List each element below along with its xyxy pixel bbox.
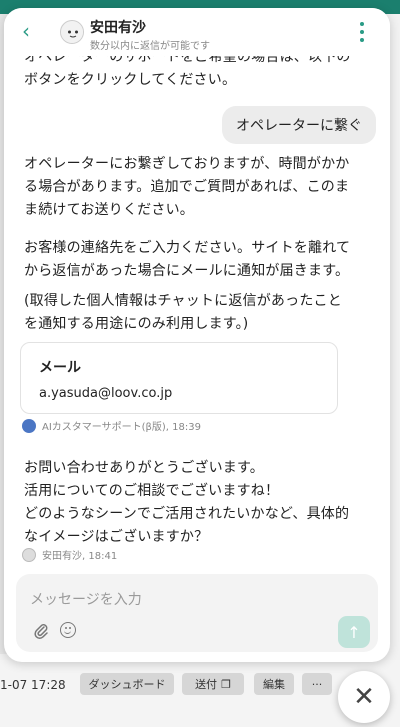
message-line: ボタンをクリックしてください。 (24, 72, 237, 88)
agent-meta-text: 安田有沙, 18:41 (42, 551, 118, 562)
email-card-value: a.yasuda@loov.co.jp (39, 386, 173, 401)
send-chip-button[interactable]: 送付 ❐ (182, 673, 244, 695)
agent-avatar-icon (22, 547, 36, 562)
send-button[interactable]: ↑ (338, 616, 370, 648)
edit-button-label: 編集 (263, 678, 285, 691)
bot-message-privacy: (取得した個人情報はチャットに返信があったこと を通知する用途にのみ利用します。… (24, 290, 342, 336)
bot-message-contact: お客様の連絡先をご入力ください。サイトを離れて から返信があった場合にメールに通… (24, 237, 350, 283)
email-card-title: メール (39, 360, 81, 376)
message-line: ま続けてお送りください。 (24, 202, 194, 218)
chat-header: ‹ 安田有沙 数分以内に返信が可能です (4, 8, 390, 56)
chevron-left-icon[interactable]: ‹ (22, 21, 36, 41)
message-line: る場合があります。追加でご質問があれば、このま (24, 179, 350, 195)
bot-message-wait: オペレーターにお繋ぎしておりますが、時間がかか る場合があります。追加でご質問が… (24, 153, 349, 222)
dashboard-button[interactable]: ダッシュボード (80, 673, 174, 695)
message-line: なイメージはございますか？ (24, 529, 209, 545)
message-line: を通知する用途にのみ利用します。) (24, 316, 249, 332)
message-line: 活用についてのご相談でございますね！ (24, 483, 280, 499)
availability-status: 数分以内に返信が可能です (90, 41, 210, 52)
vertical-dots-icon[interactable] (360, 22, 366, 42)
copy-icon: ❐ (221, 677, 231, 691)
ai-meta-text: AIカスタマーサポート(β版), 18:39 (42, 422, 201, 433)
arrow-up-icon: ↑ (347, 622, 361, 642)
agent-message: お問い合わせありがとうございます。 活用についてのご相談でございますね！ どのよ… (24, 457, 349, 549)
chat-panel: オペレーターのサポートをご希望の場合は、以下の ボタンをクリックしてください。 … (4, 8, 390, 662)
send-chip-label: 送付 (195, 678, 218, 691)
avatar-illustration-icon (61, 21, 83, 43)
user-message-bubble: オペレーターに繋ぐ (222, 106, 376, 144)
paperclip-svg (34, 624, 48, 639)
agent-message-meta: 安田有沙, 18:41 (22, 547, 117, 562)
dashboard-button-label: ダッシュボード (88, 678, 166, 691)
edit-button[interactable]: 編集 (254, 673, 294, 695)
more-button[interactable]: ··· (302, 673, 332, 695)
ai-avatar-icon (22, 418, 36, 433)
background-date: 1-07 17:28 (0, 678, 66, 692)
message-line: どのようなシーンでご活用されたいかなど、具体的 (24, 506, 350, 522)
close-icon: ✕ (353, 682, 375, 712)
ai-message-meta: AIカスタマーサポート(β版), 18:39 (22, 418, 201, 433)
email-card: メール a.yasuda@loov.co.jp (20, 342, 338, 414)
message-list[interactable]: オペレーターのサポートをご希望の場合は、以下の ボタンをクリックしてください。 … (4, 8, 390, 568)
avatar (60, 20, 84, 44)
agent-name: 安田有沙 (90, 20, 146, 36)
message-line: お客様の連絡先をご入力ください。サイトを離れて (24, 240, 351, 256)
message-line: から返信があった場合にメールに通知が届きます。 (24, 263, 350, 279)
smiley-icon[interactable] (60, 622, 76, 638)
paperclip-icon[interactable] (32, 622, 50, 640)
message-line: お問い合わせありがとうございます。 (24, 460, 264, 476)
close-chat-button[interactable]: ✕ (338, 671, 390, 723)
message-line: (取得した個人情報はチャットに返信があったこと (24, 293, 342, 309)
user-message-text: オペレーターに繋ぐ (236, 118, 362, 134)
message-composer: ↑ (16, 574, 378, 652)
more-button-label: ··· (311, 677, 323, 691)
message-line: オペレーターにお繋ぎしておりますが、時間がかか (24, 156, 350, 172)
smiley-mouth (64, 630, 71, 634)
message-input[interactable] (30, 588, 330, 612)
